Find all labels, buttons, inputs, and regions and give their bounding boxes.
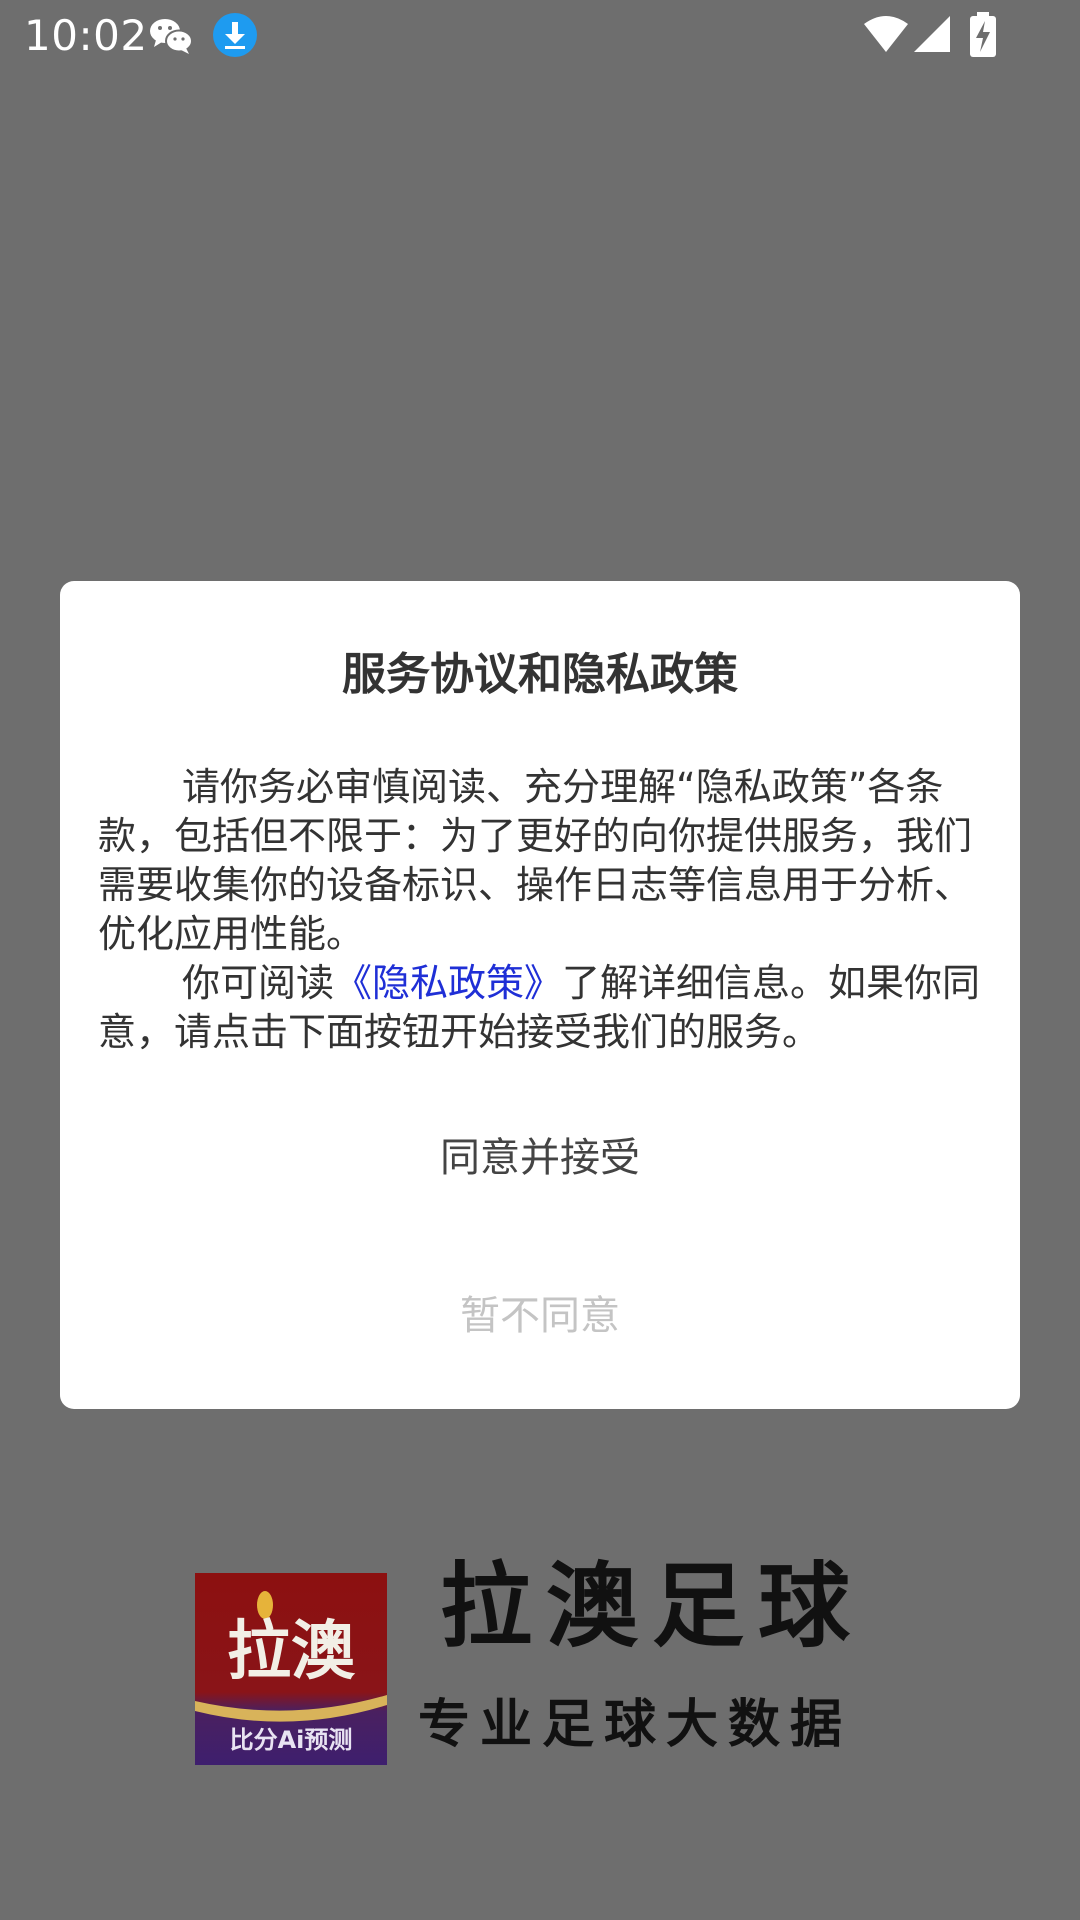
logo-text: 拉澳 [227, 1615, 356, 1689]
agree-accept-button[interactable]: 同意并接受 [60, 1113, 1020, 1203]
download-icon [213, 13, 257, 57]
paragraph-2-prefix: 你可阅读 [182, 961, 335, 1005]
battery-charging-icon [970, 12, 996, 57]
policy-paragraph-1: 请你务必审慎阅读、充分理解“隐私政策”各条款，包括但不限于：为了更好的向你提供服… [98, 765, 973, 956]
app-subtitle: 专业足球大数据 [418, 1695, 853, 1755]
app-logo: 拉澳 比分Ai预测 [195, 1573, 387, 1765]
wifi-icon [864, 16, 908, 52]
wechat-icon [150, 19, 193, 54]
app-title: 拉澳足球 [440, 1553, 865, 1660]
privacy-dialog: 服务协议和隐私政策 请你务必审慎阅读、充分理解“隐私政策”各条款，包括但不限于：… [60, 581, 1020, 1409]
status-bar: 10:02 [0, 0, 1080, 72]
signal-icon [914, 16, 950, 52]
privacy-policy-link[interactable]: 《隐私政策》 [334, 961, 562, 1005]
dialog-title: 服务协议和隐私政策 [342, 649, 738, 700]
decline-button[interactable]: 暂不同意 [60, 1271, 1020, 1361]
logo-tagline: 比分Ai预测 [230, 1726, 353, 1754]
policy-paragraph-2: 你可阅读《隐私政策》了解详细信息。如果你同意，请点击下面按钮开始接受我们的服务。 [98, 959, 982, 1057]
status-time: 10:02 [24, 11, 148, 60]
dialog-body: 请你务必审慎阅读、充分理解“隐私政策”各条款，包括但不限于：为了更好的向你提供服… [98, 763, 982, 1057]
